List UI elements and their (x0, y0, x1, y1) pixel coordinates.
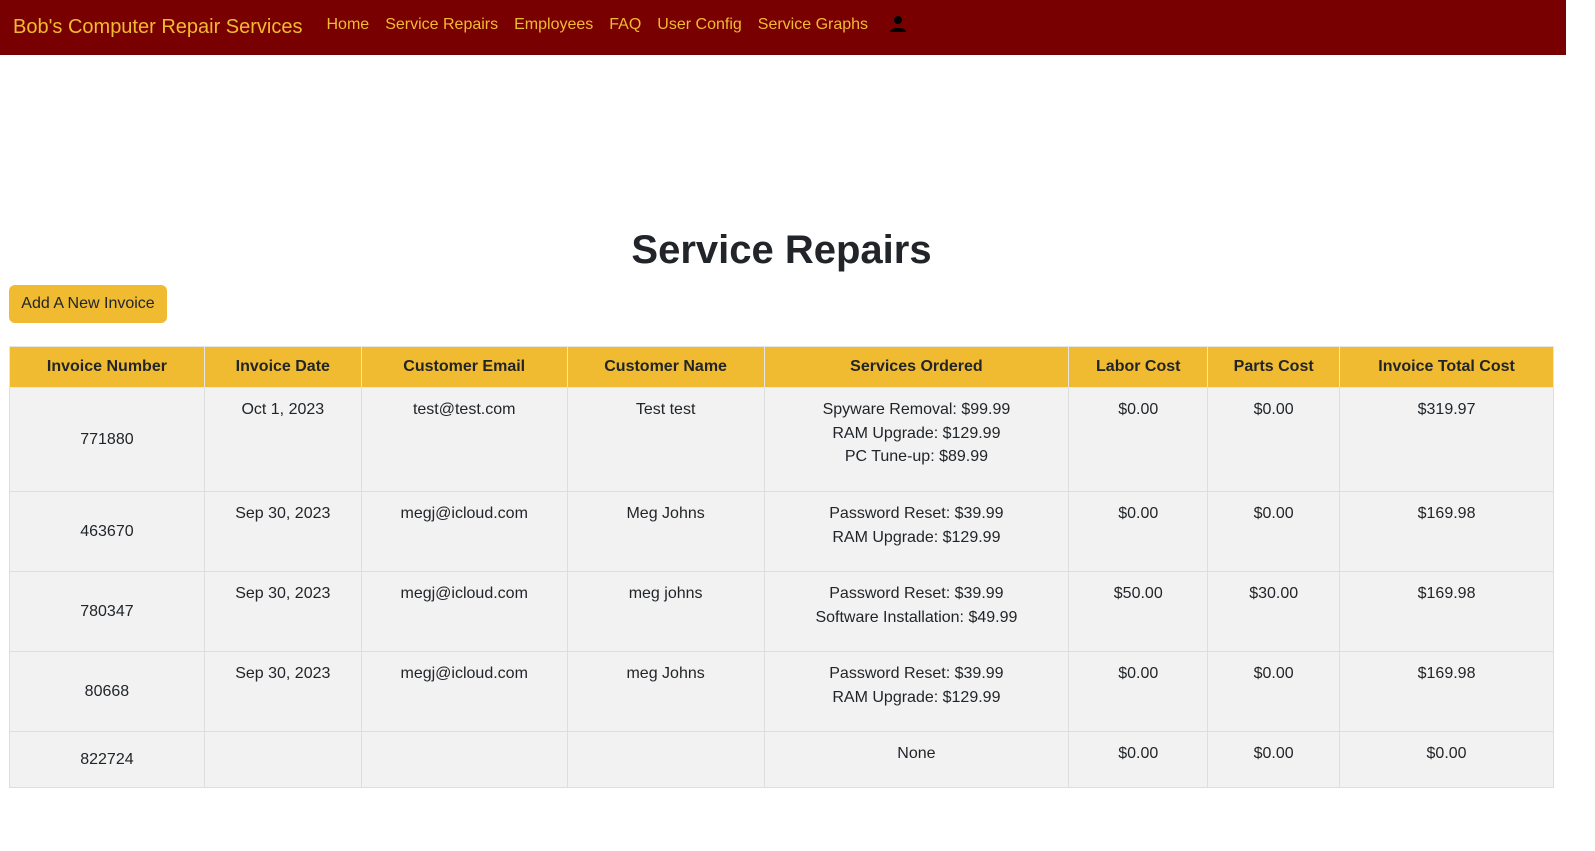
labor-cost: $50.00 (1068, 571, 1209, 652)
invoice-total: $319.97 (1339, 387, 1554, 492)
invoice-total: $169.98 (1339, 571, 1554, 652)
invoice-date: Oct 1, 2023 (203, 387, 362, 492)
customer-email: megj@icloud.com (360, 571, 568, 652)
invoice-total: $0.00 (1339, 731, 1554, 788)
header-invoice-number: Invoice Number (9, 346, 205, 388)
invoice-date: Sep 30, 2023 (203, 491, 362, 572)
parts-cost: $30.00 (1207, 571, 1341, 652)
customer-email: megj@icloud.com (360, 491, 568, 572)
service-item: Software Installation: $49.99 (815, 608, 1018, 626)
invoice-date: Sep 30, 2023 (203, 571, 362, 652)
nav-link-user-config[interactable]: User Config (657, 16, 741, 34)
invoice-number: 463670 (9, 491, 205, 572)
customer-email: megj@icloud.com (360, 651, 568, 732)
invoices-table: Invoice Number Invoice Date Customer Ema… (9, 346, 1554, 788)
invoice-number: 822724 (9, 731, 205, 788)
nav-link-service-repairs[interactable]: Service Repairs (385, 16, 498, 34)
labor-cost: $0.00 (1068, 651, 1209, 732)
customer-name: meg Johns (566, 651, 765, 732)
parts-cost: $0.00 (1207, 387, 1341, 492)
services-ordered: Password Reset: $39.99 Software Installa… (763, 571, 1070, 652)
invoice-number: 771880 (9, 387, 205, 492)
nav-link-employees[interactable]: Employees (514, 16, 593, 34)
customer-email: test@test.com (360, 387, 568, 492)
service-item: Spyware Removal: $99.99 (822, 401, 1011, 418)
invoice-date (203, 731, 362, 788)
service-item: Password Reset: $39.99 (829, 585, 1004, 602)
customer-name: meg johns (566, 571, 765, 652)
parts-cost: $0.00 (1207, 651, 1341, 732)
labor-cost: $0.00 (1068, 491, 1209, 572)
invoice-total: $169.98 (1339, 651, 1554, 732)
parts-cost: $0.00 (1207, 731, 1341, 788)
header-customer-name: Customer Name (566, 346, 765, 388)
nav-link-faq[interactable]: FAQ (609, 16, 641, 34)
service-item: RAM Upgrade: $129.99 (832, 424, 1001, 442)
service-item: Password Reset: $39.99 (829, 505, 1004, 522)
labor-cost: $0.00 (1068, 387, 1209, 492)
table-row[interactable]: 771880 Oct 1, 2023 test@test.com Test te… (9, 387, 1554, 492)
page-title: Service Repairs (631, 228, 932, 272)
customer-name: Test test (566, 387, 765, 492)
service-item: Password Reset: $39.99 (829, 665, 1004, 682)
services-ordered: None (763, 731, 1070, 788)
service-item: None (897, 745, 936, 762)
brand-link[interactable]: Bob's Computer Repair Services (13, 16, 303, 39)
header-customer-email: Customer Email (360, 346, 568, 388)
table-row[interactable]: 780347 Sep 30, 2023 megj@icloud.com meg … (9, 571, 1554, 652)
table-row[interactable]: 80668 Sep 30, 2023 megj@icloud.com meg J… (9, 651, 1554, 732)
nav-link-service-graphs[interactable]: Service Graphs (758, 16, 868, 34)
customer-name (566, 731, 765, 788)
header-labor-cost: Labor Cost (1068, 346, 1209, 388)
services-ordered: Spyware Removal: $99.99 RAM Upgrade: $12… (763, 387, 1070, 492)
header-invoice-total: Invoice Total Cost (1339, 346, 1554, 388)
invoice-number: 80668 (9, 651, 205, 732)
services-ordered: Password Reset: $39.99 RAM Upgrade: $129… (763, 651, 1070, 732)
navbar: Bob's Computer Repair Services Home Serv… (0, 0, 1566, 55)
header-parts-cost: Parts Cost (1207, 346, 1341, 388)
table-row[interactable]: 822724 None $0.00 $0.00 $0.00 (9, 731, 1554, 788)
invoice-date: Sep 30, 2023 (203, 651, 362, 732)
nav-link-home[interactable]: Home (327, 16, 370, 34)
parts-cost: $0.00 (1207, 491, 1341, 572)
service-item: PC Tune-up: $89.99 (844, 448, 989, 465)
header-services-ordered: Services Ordered (763, 346, 1070, 388)
person-icon[interactable] (888, 14, 908, 34)
header-invoice-date: Invoice Date (203, 346, 362, 388)
add-invoice-button[interactable]: Add A New Invoice (9, 285, 167, 323)
customer-email (360, 731, 568, 788)
service-item: RAM Upgrade: $129.99 (832, 688, 1001, 706)
table-header-row: Invoice Number Invoice Date Customer Ema… (9, 346, 1554, 388)
service-item: RAM Upgrade: $129.99 (832, 528, 1001, 546)
services-ordered: Password Reset: $39.99 RAM Upgrade: $129… (763, 491, 1070, 572)
customer-name: Meg Johns (566, 491, 765, 572)
labor-cost: $0.00 (1068, 731, 1209, 788)
table-row[interactable]: 463670 Sep 30, 2023 megj@icloud.com Meg … (9, 491, 1554, 572)
invoice-number: 780347 (9, 571, 205, 652)
invoice-total: $169.98 (1339, 491, 1554, 572)
